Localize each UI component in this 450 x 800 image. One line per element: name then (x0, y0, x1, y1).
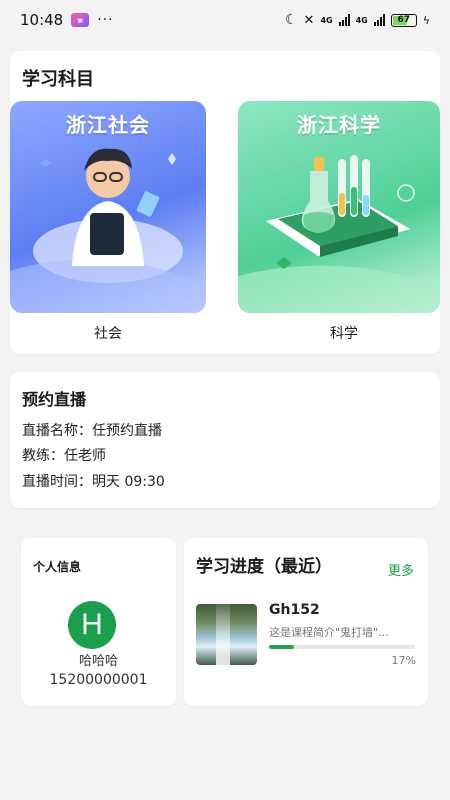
subject-card-science[interactable]: 浙江科学 (238, 101, 440, 313)
more-notifications-icon: ··· (97, 12, 114, 28)
progress-title: 学习进度（最近） (196, 557, 332, 577)
subjects-title: 学习科目 (22, 69, 94, 90)
subjects-card: 学习科目 浙江社会 浙江科学 社会 科学 (10, 51, 440, 354)
charging-icon: ϟ (422, 13, 430, 27)
science-illustration (238, 155, 440, 313)
subject-label-social: 社会 (94, 326, 122, 342)
mute-icon: ✕ (303, 12, 315, 28)
signal-icon-2 (373, 14, 385, 26)
more-link[interactable]: 更多 (388, 560, 414, 579)
signal-icon-1 (338, 14, 350, 26)
profile-name: 哈哈哈 (78, 654, 118, 669)
profile-card[interactable]: 个人信息 H 哈哈哈 15200000001 (21, 538, 176, 706)
subject-label-science: 科学 (330, 326, 358, 342)
course-progress-fill (269, 645, 294, 649)
progress-card: 学习进度（最近） 更多 Gh152 这是课程简介"鬼打墙"... 17% (184, 538, 428, 706)
course-progress-percent: 17% (391, 654, 416, 667)
live-title: 预约直播 (22, 390, 87, 409)
status-bar: 10:48 ▣ ··· ☾ ✕ 4G 4G 67 ϟ (0, 0, 450, 40)
battery-icon: 67 (390, 13, 417, 27)
course-thumbnail[interactable] (196, 604, 257, 665)
profile-title: 个人信息 (33, 560, 82, 574)
net-label-1: 4G (320, 15, 333, 25)
live-reservation-card[interactable]: 预约直播 直播名称：任预约直播 教练：任老师 直播时间：明天 09:30 (10, 372, 440, 508)
live-teacher: 教练：任老师 (22, 448, 106, 464)
dnd-moon-icon: ☾ (284, 12, 298, 28)
app-notification-icon: ▣ (71, 13, 90, 27)
net-label-2: 4G (355, 15, 368, 25)
status-time: 10:48 (20, 11, 64, 29)
live-time: 直播时间：明天 09:30 (22, 474, 165, 490)
course-description: 这是课程简介"鬼打墙"... (269, 626, 389, 639)
course-name[interactable]: Gh152 (269, 602, 320, 618)
subject-card-social[interactable]: 浙江社会 (10, 101, 206, 313)
avatar: H (68, 601, 116, 649)
battery-level: 67 (397, 15, 410, 25)
live-name: 直播名称：任预约直播 (22, 423, 162, 439)
profile-phone: 15200000001 (49, 672, 148, 688)
student-illustration (10, 148, 206, 313)
course-progress-bar (269, 645, 415, 649)
